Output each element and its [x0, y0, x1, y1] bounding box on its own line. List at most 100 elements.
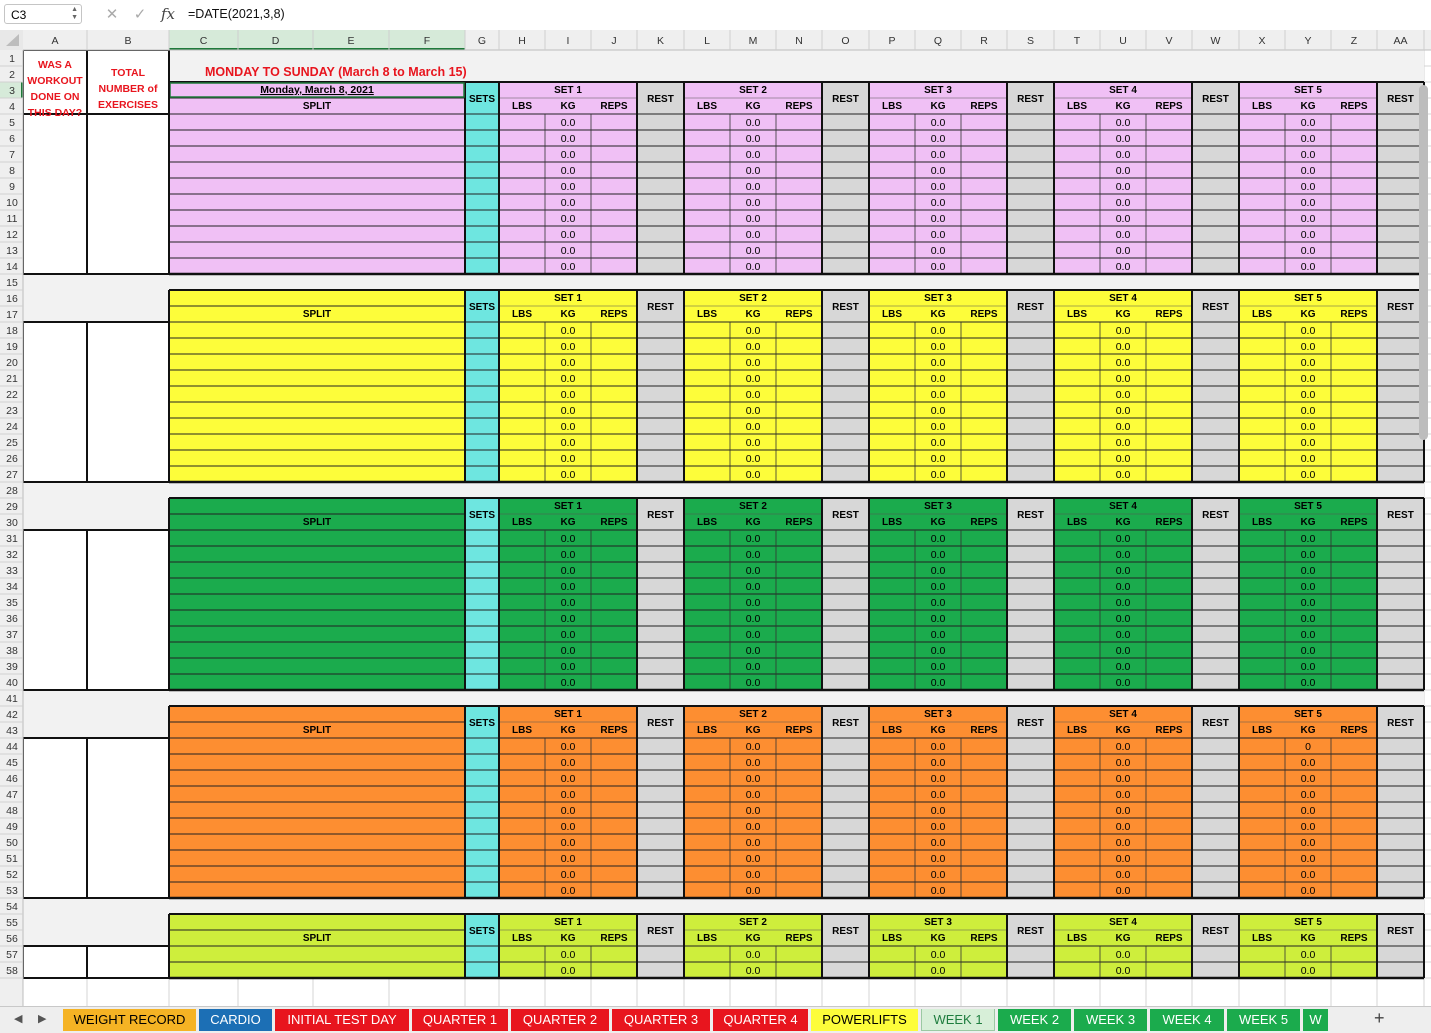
kg-cell[interactable]: 0.0	[1301, 773, 1316, 785]
tab-scroll-right-icon[interactable]: ▶	[38, 1012, 46, 1025]
kg-cell[interactable]: 0.0	[746, 549, 761, 561]
row-header[interactable]: 20	[6, 357, 18, 369]
kg-cell[interactable]: 0.0	[561, 229, 576, 241]
kg-cell[interactable]: 0.0	[561, 805, 576, 817]
sheet-tab-week-2[interactable]: WEEK 2	[998, 1009, 1071, 1031]
kg-cell[interactable]: 0.0	[931, 965, 946, 977]
row-header[interactable]: 57	[6, 949, 18, 961]
row-header[interactable]: 16	[6, 293, 18, 305]
column-header-n[interactable]: N	[795, 35, 803, 47]
kg-cell[interactable]: 0.0	[1116, 245, 1131, 257]
kg-cell[interactable]: 0.0	[1116, 821, 1131, 833]
kg-cell[interactable]: 0.0	[931, 405, 946, 417]
kg-cell[interactable]: 0.0	[746, 469, 761, 481]
kg-cell[interactable]: 0.0	[931, 805, 946, 817]
kg-cell[interactable]: 0.0	[561, 533, 576, 545]
kg-cell[interactable]: 0.0	[1116, 357, 1131, 369]
row-header[interactable]: 34	[6, 581, 18, 593]
kg-cell[interactable]: 0.0	[561, 165, 576, 177]
kg-cell[interactable]: 0.0	[1301, 789, 1316, 801]
kg-cell[interactable]: 0.0	[1301, 805, 1316, 817]
kg-cell[interactable]: 0.0	[746, 661, 761, 673]
row-header[interactable]: 53	[6, 885, 18, 897]
kg-cell[interactable]: 0.0	[746, 613, 761, 625]
kg-cell[interactable]: 0.0	[1301, 661, 1316, 673]
kg-cell[interactable]: 0.0	[561, 629, 576, 641]
row-header[interactable]: 29	[6, 501, 18, 513]
column-header-t[interactable]: T	[1074, 35, 1081, 47]
row-header[interactable]: 51	[6, 853, 18, 865]
column-header-a[interactable]: A	[51, 35, 58, 47]
add-sheet-icon[interactable]: +	[1374, 1008, 1385, 1029]
kg-cell[interactable]: 0.0	[561, 773, 576, 785]
kg-cell[interactable]: 0.0	[561, 405, 576, 417]
kg-cell[interactable]: 0.0	[746, 837, 761, 849]
row-header[interactable]: 33	[6, 565, 18, 577]
kg-cell[interactable]: 0.0	[561, 373, 576, 385]
kg-cell[interactable]: 0.0	[746, 645, 761, 657]
column-header-h[interactable]: H	[518, 35, 526, 47]
kg-cell[interactable]: 0.0	[931, 757, 946, 769]
kg-cell[interactable]: 0.0	[561, 965, 576, 977]
row-header[interactable]: 47	[6, 789, 18, 801]
kg-cell[interactable]: 0.0	[931, 821, 946, 833]
name-box[interactable]: C3 ▲ ▼	[4, 4, 82, 24]
kg-cell[interactable]: 0.0	[561, 181, 576, 193]
kg-cell[interactable]: 0.0	[1301, 869, 1316, 881]
kg-cell[interactable]: 0.0	[561, 149, 576, 161]
kg-cell[interactable]: 0.0	[561, 437, 576, 449]
kg-cell[interactable]: 0.0	[1301, 821, 1316, 833]
kg-cell[interactable]: 0.0	[1116, 565, 1131, 577]
kg-cell[interactable]: 0.0	[1116, 965, 1131, 977]
kg-cell[interactable]: 0.0	[1116, 949, 1131, 961]
kg-cell[interactable]: 0.0	[1301, 181, 1316, 193]
kg-cell[interactable]: 0.0	[561, 645, 576, 657]
kg-cell[interactable]: 0.0	[1116, 197, 1131, 209]
row-header[interactable]: 40	[6, 677, 18, 689]
kg-cell[interactable]: 0.0	[1116, 149, 1131, 161]
kg-cell[interactable]: 0.0	[561, 597, 576, 609]
row-header[interactable]: 42	[6, 709, 18, 721]
kg-cell[interactable]: 0.0	[931, 181, 946, 193]
kg-cell[interactable]: 0.0	[931, 581, 946, 593]
row-header[interactable]: 39	[6, 661, 18, 673]
column-header-i[interactable]: I	[567, 35, 570, 47]
kg-cell[interactable]: 0.0	[1116, 805, 1131, 817]
kg-cell[interactable]: 0.0	[1301, 229, 1316, 241]
kg-cell[interactable]: 0.0	[931, 885, 946, 897]
cancel-icon[interactable]: ✕	[98, 5, 126, 23]
kg-cell[interactable]: 0.0	[561, 117, 576, 129]
row-header[interactable]: 49	[6, 821, 18, 833]
vertical-scrollbar[interactable]	[1419, 85, 1428, 440]
kg-cell[interactable]: 0.0	[931, 677, 946, 689]
kg-cell[interactable]: 0.0	[746, 453, 761, 465]
kg-cell[interactable]: 0.0	[561, 453, 576, 465]
kg-cell[interactable]: 0.0	[1116, 437, 1131, 449]
kg-cell[interactable]: 0.0	[931, 453, 946, 465]
column-header-o[interactable]: O	[841, 35, 849, 47]
formula-input[interactable]: =DATE(2021,3,8)	[188, 7, 285, 21]
row-header[interactable]: 41	[6, 693, 18, 705]
row-header[interactable]: 56	[6, 933, 18, 945]
kg-cell[interactable]: 0.0	[1301, 245, 1316, 257]
kg-cell[interactable]: 0.0	[1301, 469, 1316, 481]
kg-cell[interactable]: 0.0	[931, 629, 946, 641]
kg-cell[interactable]: 0.0	[561, 757, 576, 769]
kg-cell[interactable]: 0.0	[931, 421, 946, 433]
kg-cell[interactable]: 0.0	[1301, 533, 1316, 545]
kg-cell[interactable]: 0.0	[1301, 629, 1316, 641]
kg-cell[interactable]: 0.0	[931, 341, 946, 353]
kg-cell[interactable]: 0.0	[931, 197, 946, 209]
kg-cell[interactable]: 0.0	[561, 837, 576, 849]
kg-cell[interactable]: 0.0	[561, 245, 576, 257]
kg-cell[interactable]: 0.0	[931, 437, 946, 449]
kg-cell[interactable]: 0.0	[1301, 133, 1316, 145]
kg-cell[interactable]: 0.0	[561, 213, 576, 225]
row-header[interactable]: 22	[6, 389, 18, 401]
name-box-dropdown-icon[interactable]: ▲ ▼	[71, 6, 78, 22]
row-header[interactable]: 55	[6, 917, 18, 929]
row-header[interactable]: 8	[9, 165, 15, 177]
kg-cell[interactable]: 0.0	[1301, 757, 1316, 769]
function-icon[interactable]: fx	[154, 5, 182, 23]
kg-cell[interactable]: 0.0	[746, 533, 761, 545]
